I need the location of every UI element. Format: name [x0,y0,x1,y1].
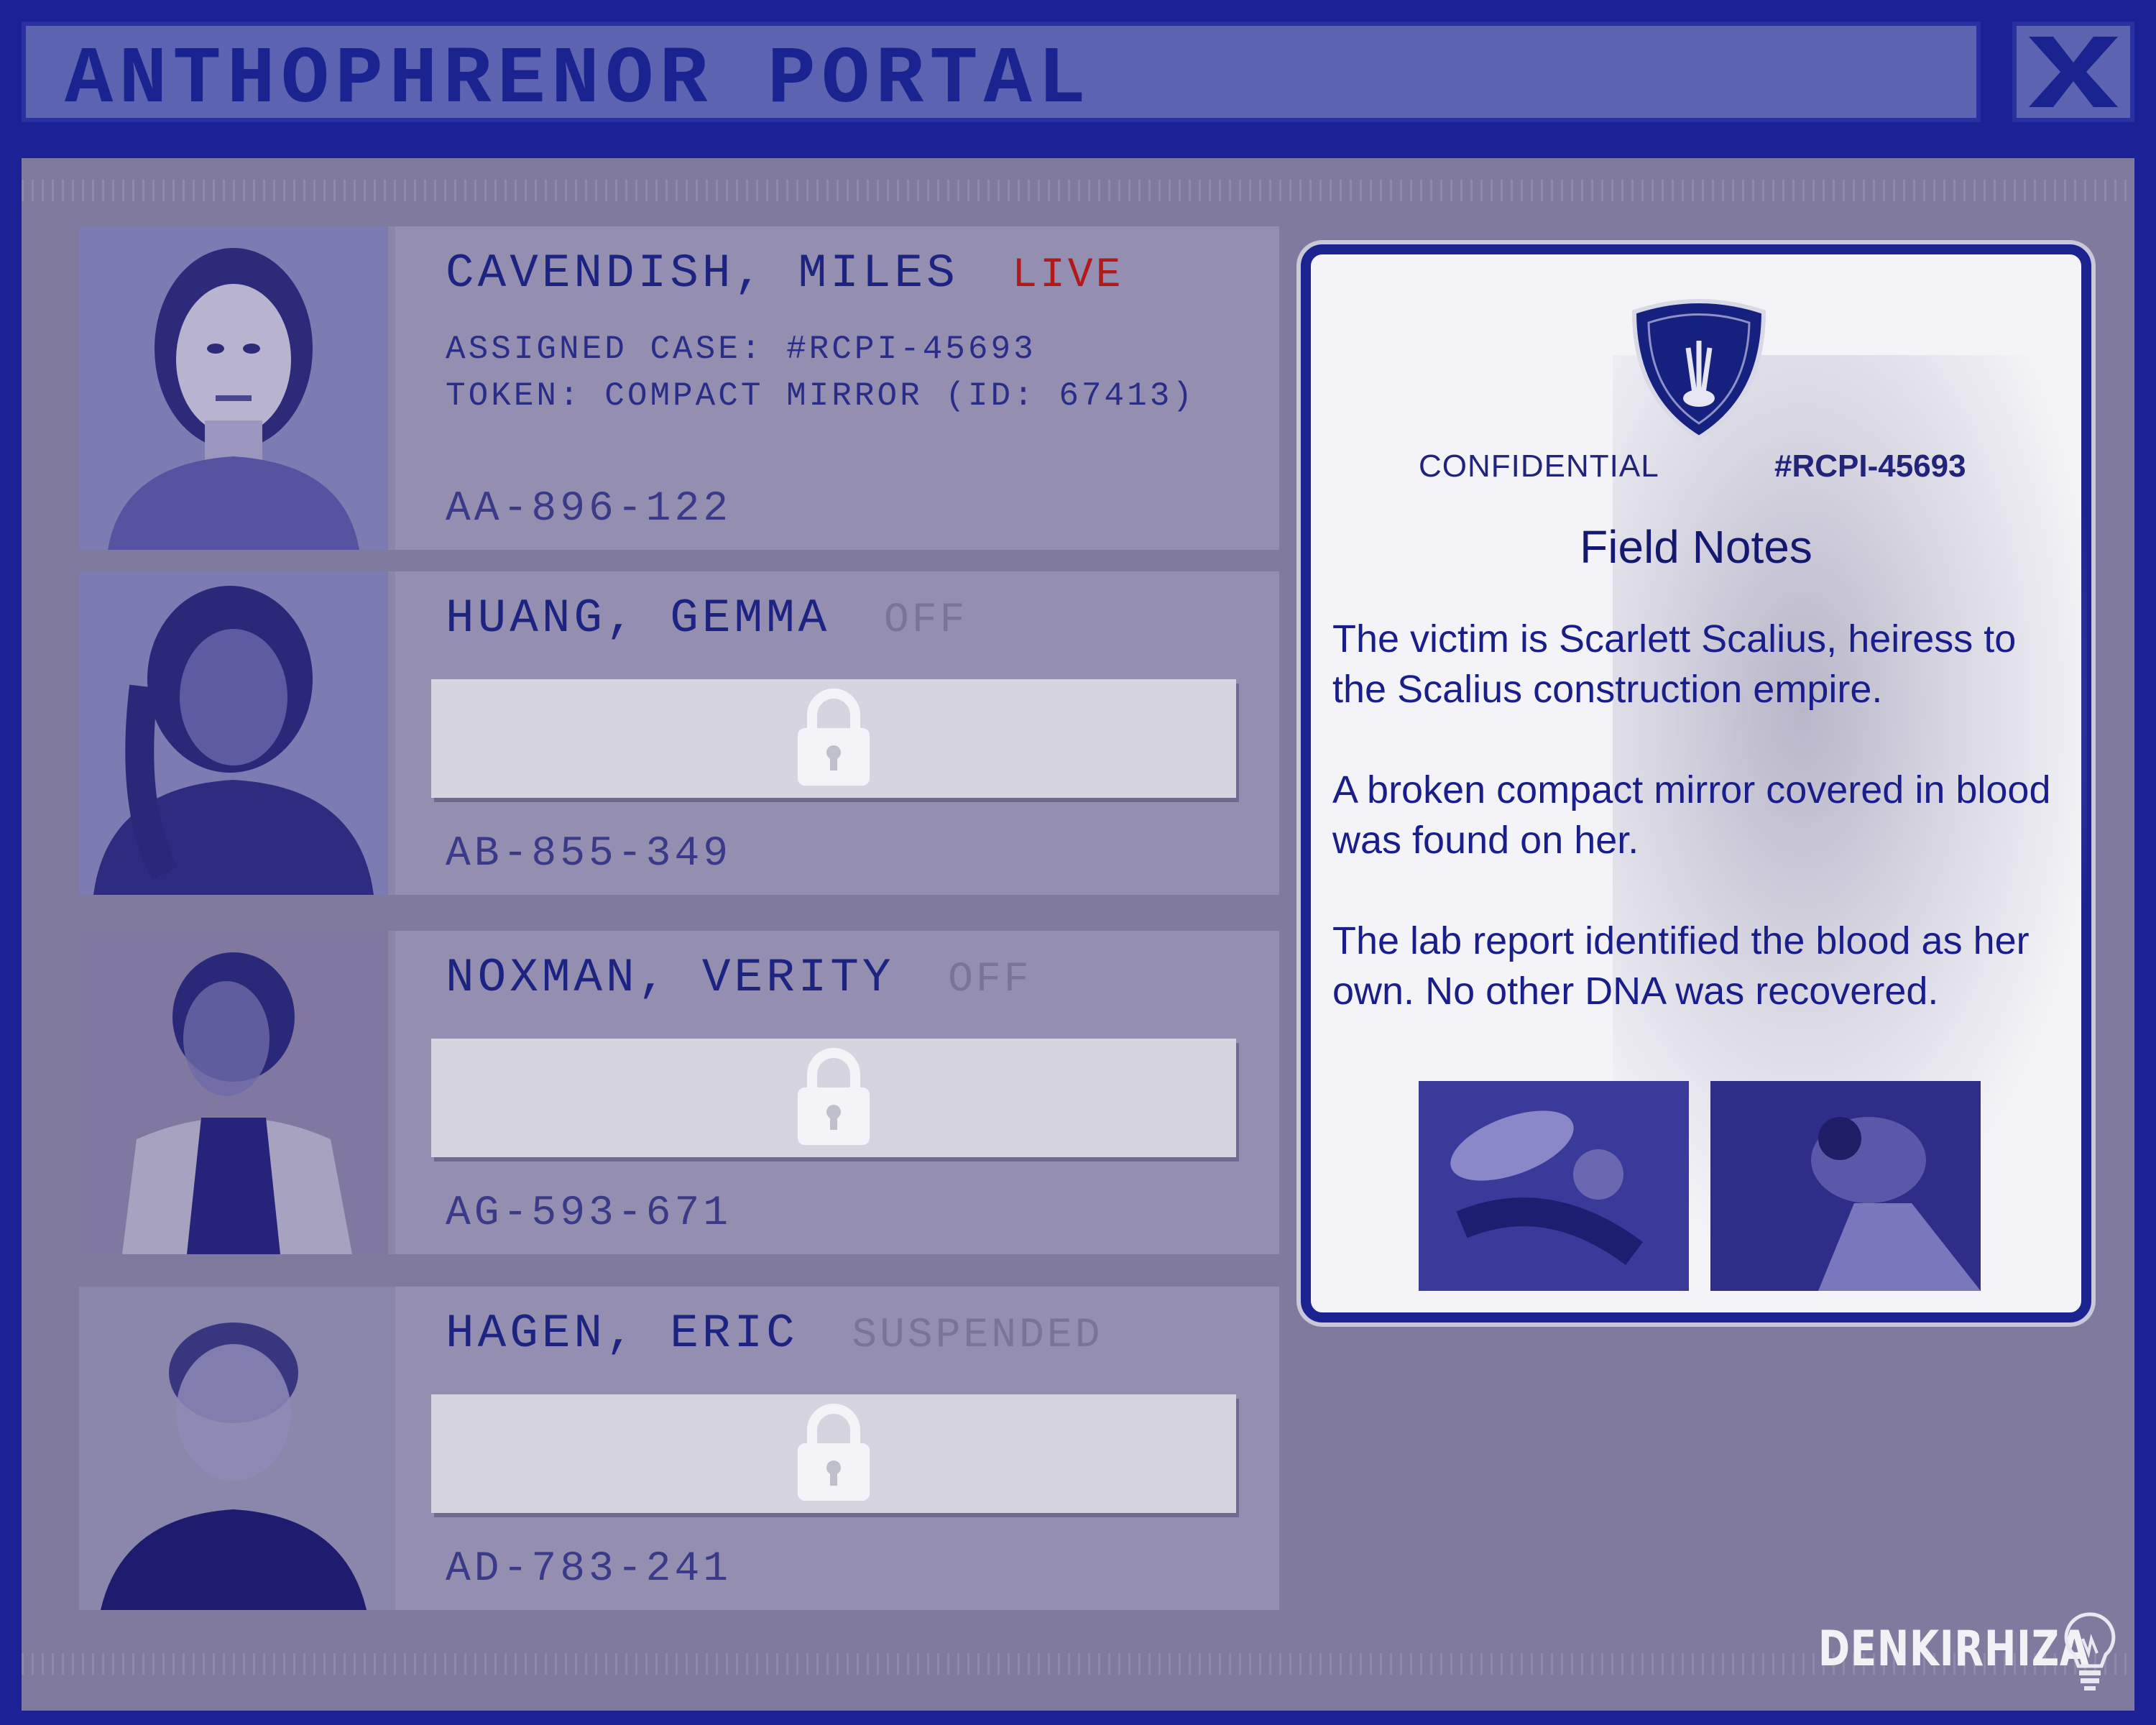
suspect-code: AD-783-241 [446,1546,732,1593]
suspect-name-row: CAVENDISH, MILES LIVE [446,247,1124,300]
suspect-code: AG-593-671 [446,1190,732,1237]
window-title: ANTHOPHRENOR PORTAL [65,34,1092,126]
assigned-case: ASSIGNED CASE: #RCPI-45693 [446,331,1036,368]
suspect-info: HUANG, GEMMA OFF AB-855-349 [395,571,1279,895]
evidence-photo-1[interactable] [1419,1081,1689,1291]
lock-icon [794,1046,873,1150]
suspect-card-hagen[interactable]: HAGEN, ERIC SUSPENDED AD-783-241 [79,1287,1279,1610]
status-badge: OFF [883,597,968,644]
note-paragraph: The lab report identified the blood as h… [1332,919,2030,1013]
suspect-card-noxman[interactable]: NOXMAN, VERITY OFF AG-593-671 [79,931,1279,1254]
suspect-info: NOXMAN, VERITY OFF AG-593-671 [395,931,1279,1254]
suspect-name-row: HAGEN, ERIC SUSPENDED [446,1307,1103,1361]
suspect-photo [79,571,388,895]
suspect-card-cavendish[interactable]: CAVENDISH, MILES LIVE ASSIGNED CASE: #RC… [79,226,1279,550]
suspect-name: CAVENDISH, MILES [446,247,959,300]
field-notes-panel: CONFIDENTIAL #RCPI-45693 Field Notes The… [1301,244,2091,1322]
suspect-code: AA-896-122 [446,486,732,533]
suspect-photo [79,226,388,550]
status-badge: LIVE [1012,252,1124,299]
close-button[interactable] [2012,22,2134,122]
portal-window: ANTHOPHRENOR PORTAL CAVENDISH, MILES LIV… [0,0,2156,1725]
suspect-photo [79,1287,388,1610]
suspect-name: HUANG, GEMMA [446,592,831,645]
lock-icon [794,1402,873,1506]
evidence-photo-2[interactable] [1710,1081,1981,1291]
token-info: TOKEN: COMPACT MIRROR (ID: 67413) [446,377,1195,415]
status-badge: SUSPENDED [852,1312,1103,1359]
bottom-divider [22,1653,2134,1675]
top-divider [22,180,2134,201]
title-bar: ANTHOPHRENOR PORTAL [22,22,1981,126]
note-paragraph: The victim is Scarlett Scalius, heiress … [1332,617,2017,711]
lock-icon [794,686,873,791]
suspect-name: NOXMAN, VERITY [446,951,895,1005]
suspect-info: CAVENDISH, MILES LIVE ASSIGNED CASE: #RC… [395,226,1279,550]
locked-record[interactable] [431,1039,1236,1157]
lightbulb-icon [2064,1612,2116,1690]
suspect-card-huang[interactable]: HUANG, GEMMA OFF AB-855-349 [79,571,1279,895]
note-paragraph: A broken compact mirror covered in blood… [1332,768,2051,862]
locked-record[interactable] [431,679,1236,798]
suspect-code: AB-855-349 [446,831,732,878]
suspect-name-row: HUANG, GEMMA OFF [446,592,967,645]
notes-title: Field Notes [1580,521,1812,573]
status-badge: OFF [948,957,1032,1003]
suspect-name-row: NOXMAN, VERITY OFF [446,951,1032,1005]
suspect-photo [79,931,388,1254]
suspect-name: HAGEN, ERIC [446,1307,798,1361]
x-close-icon [2029,37,2118,107]
police-shield-icon [1631,299,1766,441]
case-number: #RCPI-45693 [1774,448,1966,484]
locked-record[interactable] [431,1394,1236,1513]
classification-label: CONFIDENTIAL [1419,448,1659,484]
brand-logo: DENKIRHIZA [1818,1621,2090,1678]
suspect-info: HAGEN, ERIC SUSPENDED AD-783-241 [395,1287,1279,1610]
